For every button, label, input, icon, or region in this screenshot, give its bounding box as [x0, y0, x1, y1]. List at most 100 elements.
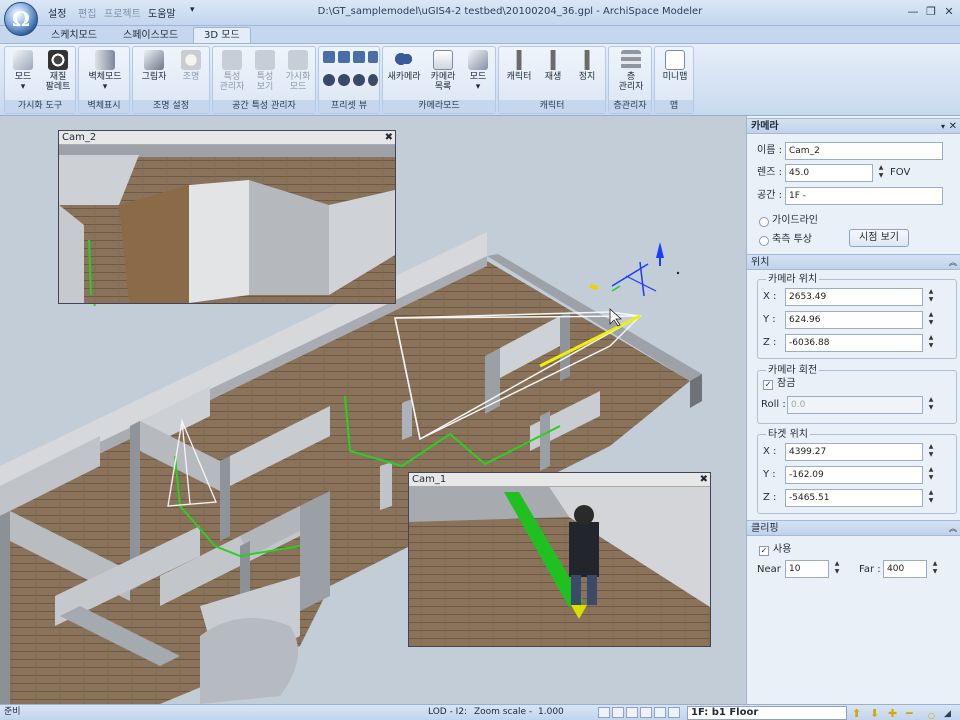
- property-manager-button[interactable]: 특성 관리자: [215, 50, 249, 92]
- group-label: 프리셋 뷰: [319, 100, 379, 113]
- close-icon[interactable]: ✕: [949, 119, 957, 134]
- far-spinner[interactable]: ▲ ▼: [929, 560, 941, 578]
- camera-z-input[interactable]: -6036.88: [785, 334, 923, 352]
- view-tool-icon[interactable]: [640, 707, 652, 718]
- menu-settings[interactable]: 설정: [48, 5, 66, 20]
- camera-list-button[interactable]: 카메라 목록: [425, 50, 461, 92]
- play-button[interactable]: 재생: [537, 50, 569, 82]
- near-input[interactable]: 10: [785, 560, 829, 578]
- minus-icon[interactable]: ━: [906, 706, 913, 720]
- lens-input[interactable]: 45.0: [785, 164, 873, 182]
- near-spinner[interactable]: ▲ ▼: [831, 560, 843, 578]
- view-tool-icon[interactable]: [612, 707, 624, 718]
- close-icon[interactable]: ✖: [700, 473, 708, 486]
- group-label: 층관리자: [609, 100, 651, 113]
- circle-icon[interactable]: ○: [928, 708, 935, 720]
- property-manager-icon: [222, 50, 242, 70]
- hand-icon[interactable]: [654, 707, 666, 718]
- camera-x-input[interactable]: 2653.49: [785, 288, 923, 306]
- cam1-preview-window[interactable]: Cam_1 ✖: [408, 472, 711, 647]
- arrow-down-icon[interactable]: ⬇: [870, 706, 879, 720]
- visualization-mode-button[interactable]: 가시화 모드: [281, 50, 315, 92]
- light-button[interactable]: 조명: [175, 50, 207, 82]
- 3d-viewport[interactable]: Cam_2 ✖ Cam_1 ✖: [0, 116, 746, 704]
- new-camera-button[interactable]: 새카메라: [385, 50, 423, 82]
- view-tool-icon[interactable]: [598, 707, 610, 718]
- view-tool-icon[interactable]: [626, 707, 638, 718]
- target-z-spinner[interactable]: ▲ ▼: [925, 489, 937, 507]
- character-button[interactable]: 캐릭터: [501, 50, 537, 82]
- camera-mode-button[interactable]: 모드 ▾: [463, 50, 493, 92]
- close-icon[interactable]: ✖: [385, 131, 393, 144]
- visualization-mode-icon: [288, 50, 308, 70]
- preset-view-icon[interactable]: [338, 74, 350, 86]
- mode-button[interactable]: 모드 ▾: [9, 50, 37, 92]
- lens-spinner[interactable]: ▲ ▼: [875, 164, 887, 182]
- minimap-button[interactable]: 미니맵: [657, 50, 693, 82]
- menu-project[interactable]: 프로젝트: [104, 5, 141, 20]
- quick-access-dropdown-icon[interactable]: ▾: [190, 5, 195, 15]
- resize-grip-icon[interactable]: ◢: [944, 707, 951, 720]
- tab-space-mode[interactable]: 스페이스모드: [112, 27, 189, 44]
- wall-mode-button[interactable]: 벽체모드 ▾: [83, 50, 127, 92]
- axis-projection-radio[interactable]: [759, 236, 769, 246]
- floor-manager-button[interactable]: 층 관리자: [611, 50, 651, 92]
- wall-icon: [95, 50, 115, 70]
- property-view-button[interactable]: 특성 보기: [249, 50, 281, 92]
- preset-view-icon[interactable]: [323, 74, 335, 86]
- panel-menu-icon[interactable]: ▾: [941, 119, 945, 134]
- preset-view-icon[interactable]: [353, 74, 365, 86]
- cam1-title: Cam_1: [412, 474, 447, 485]
- tab-sketch-mode[interactable]: 스케치모드: [40, 27, 108, 44]
- cam2-titlebar[interactable]: Cam_2 ✖: [59, 131, 395, 145]
- restore-icon[interactable]: ❐: [921, 3, 941, 21]
- cam1-render: [409, 487, 710, 646]
- camera-y-spinner[interactable]: ▲ ▼: [925, 311, 937, 329]
- roll-spinner[interactable]: ▲ ▼: [925, 396, 937, 414]
- roll-input[interactable]: 0.0: [787, 396, 923, 414]
- camera-y-input[interactable]: 624.96: [785, 311, 923, 329]
- far-input[interactable]: 400: [883, 560, 927, 578]
- shadow-button[interactable]: 그림자: [137, 50, 171, 82]
- close-icon[interactable]: ✕: [939, 3, 959, 21]
- collapse-icon[interactable]: ︽: [949, 255, 957, 270]
- target-x-input[interactable]: 4399.27: [785, 443, 923, 461]
- view-point-button[interactable]: 시점 보기: [849, 229, 909, 247]
- cam2-preview-window[interactable]: Cam_2 ✖: [58, 130, 396, 304]
- application-menu-button[interactable]: Ω: [4, 2, 38, 36]
- preset-view-icon[interactable]: [338, 51, 350, 63]
- target-y-spinner[interactable]: ▲ ▼: [925, 466, 937, 484]
- clipping-use-checkbox[interactable]: ✓: [759, 546, 769, 556]
- tab-3d-mode[interactable]: 3D 모드: [193, 27, 251, 44]
- lock-checkbox[interactable]: ✓: [763, 380, 773, 390]
- camera-name-input[interactable]: Cam_2: [785, 142, 943, 160]
- minimize-icon[interactable]: —: [903, 3, 923, 21]
- camera-z-spinner[interactable]: ▲ ▼: [925, 334, 937, 352]
- floor-select[interactable]: 1F: b1 Floor: [687, 706, 847, 720]
- material-palette-button[interactable]: 재질 팔레트: [43, 50, 73, 92]
- arrow-up-icon[interactable]: ⬆: [852, 706, 861, 720]
- plus-icon[interactable]: ✚: [888, 706, 897, 720]
- stop-button[interactable]: 정지: [571, 50, 603, 82]
- preset-view-icon[interactable]: [323, 51, 335, 63]
- target-position-legend: 타겟 위치: [766, 428, 810, 441]
- group-label: 조명 설정: [133, 100, 209, 113]
- menu-edit[interactable]: 편집: [78, 5, 96, 20]
- menu-help[interactable]: 도움말: [148, 5, 176, 20]
- cam1-titlebar[interactable]: Cam_1 ✖: [409, 473, 710, 487]
- target-x-spinner[interactable]: ▲ ▼: [925, 443, 937, 461]
- preset-view-icon[interactable]: [353, 51, 365, 63]
- axis-projection-label: 축측 투상: [772, 234, 812, 245]
- view-tool-icon[interactable]: [668, 707, 680, 718]
- target-y-input[interactable]: -162.09: [785, 466, 923, 484]
- group-label: 맵: [655, 100, 693, 113]
- preset-view-icon[interactable]: [368, 74, 378, 86]
- preset-view-icon[interactable]: [368, 51, 378, 63]
- camera-x-spinner[interactable]: ▲ ▼: [925, 288, 937, 306]
- group-label: 캐릭터: [499, 100, 605, 113]
- guideline-radio[interactable]: [759, 217, 769, 227]
- roll-label: Roll :: [761, 399, 786, 410]
- collapse-icon[interactable]: ︽: [949, 521, 957, 536]
- space-input[interactable]: 1F -: [785, 187, 943, 205]
- target-z-input[interactable]: -5465.51: [785, 489, 923, 507]
